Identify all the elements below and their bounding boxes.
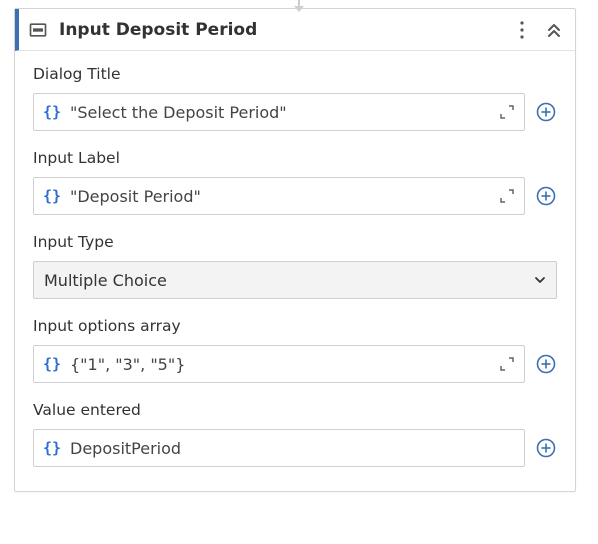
input-type-select[interactable]: Multiple Choice: [33, 261, 557, 299]
field-input-label: Input Label {} "Deposit Period": [33, 149, 557, 215]
activity-node: Input Deposit Period: [14, 8, 576, 492]
value-entered-input[interactable]: {} DepositPeriod: [33, 429, 525, 467]
field-dialog-title: Dialog Title {} "Select the Deposit Peri…: [33, 65, 557, 131]
expression-icon: {}: [42, 187, 62, 205]
expand-editor-icon[interactable]: [498, 103, 516, 121]
activity-header[interactable]: Input Deposit Period: [15, 9, 575, 51]
field-label: Input Type: [33, 233, 557, 251]
field-input-type: Input Type Multiple Choice: [33, 233, 557, 299]
expression-icon: {}: [42, 103, 62, 121]
flow-connector-arrow: [294, 6, 304, 12]
collapse-icon[interactable]: [543, 19, 565, 41]
expression-icon: {}: [42, 439, 62, 457]
dialog-title-input[interactable]: {} "Select the Deposit Period": [33, 93, 525, 131]
expression-icon: {}: [42, 355, 62, 373]
more-options-icon[interactable]: [511, 19, 533, 41]
field-label: Value entered: [33, 401, 557, 419]
input-label-input[interactable]: {} "Deposit Period": [33, 177, 525, 215]
expand-editor-icon[interactable]: [498, 355, 516, 373]
field-label: Dialog Title: [33, 65, 557, 83]
add-value-button[interactable]: [535, 185, 557, 207]
options-array-input[interactable]: {} {"1", "3", "5"}: [33, 345, 525, 383]
options-array-value: {"1", "3", "5"}: [70, 355, 490, 374]
add-value-button[interactable]: [535, 437, 557, 459]
input-label-value: "Deposit Period": [70, 187, 490, 206]
expand-editor-icon[interactable]: [498, 187, 516, 205]
field-value-entered: Value entered {} DepositPeriod: [33, 401, 557, 467]
header-actions: [511, 19, 565, 41]
add-value-button[interactable]: [535, 101, 557, 123]
activity-body: Dialog Title {} "Select the Deposit Peri…: [15, 51, 575, 491]
value-entered-value: DepositPeriod: [70, 439, 516, 458]
dialog-title-value: "Select the Deposit Period": [70, 103, 490, 122]
input-type-selected: Multiple Choice: [44, 271, 167, 290]
input-dialog-icon: [27, 19, 49, 41]
field-options-array: Input options array {} {"1", "3", "5"}: [33, 317, 557, 383]
add-value-button[interactable]: [535, 353, 557, 375]
chevron-down-icon: [534, 274, 546, 286]
activity-title[interactable]: Input Deposit Period: [59, 20, 511, 40]
field-label: Input options array: [33, 317, 557, 335]
field-label: Input Label: [33, 149, 557, 167]
